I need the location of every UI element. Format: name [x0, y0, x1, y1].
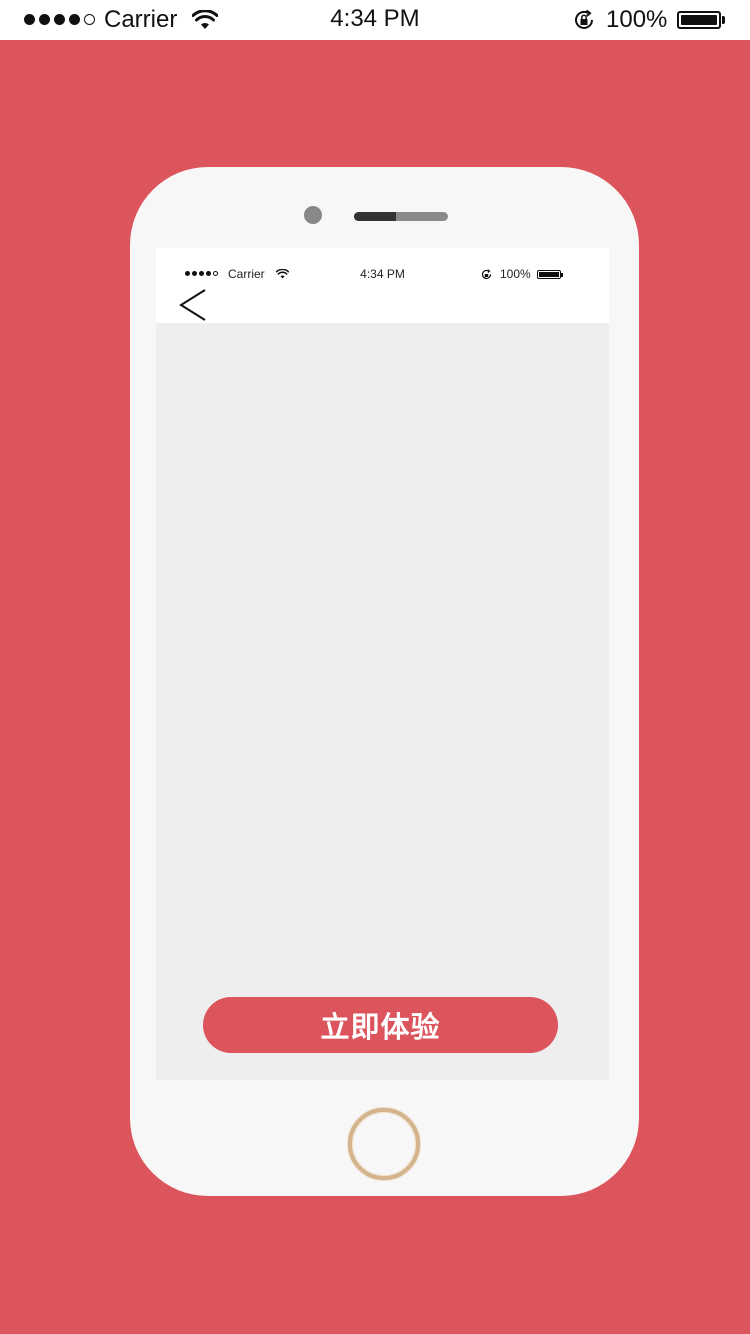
front-camera [304, 206, 322, 224]
mini-battery-icon [537, 270, 561, 279]
battery-percentage: 100% [606, 6, 668, 33]
status-bar: Carrier 4:34 PM 100% [0, 0, 750, 40]
rotation-lock-icon [575, 9, 593, 29]
try-now-button[interactable]: 立即体验 [203, 997, 558, 1053]
mini-battery-percentage: 100% [500, 267, 531, 281]
mockup-screen: Carrier 4:34 PM 100% 立即体验 [156, 248, 609, 1080]
battery-tip [722, 16, 725, 24]
battery-icon [677, 11, 721, 29]
phone-mockup: Carrier 4:34 PM 100% 立即体验 [130, 167, 639, 1196]
mini-rotation-lock-icon [481, 269, 492, 280]
earpiece-speaker [354, 212, 448, 221]
mini-battery-tip [561, 273, 563, 277]
home-button[interactable] [348, 1108, 420, 1180]
mockup-header: Carrier 4:34 PM 100% [156, 248, 609, 323]
chevron-left-icon[interactable] [176, 288, 212, 322]
